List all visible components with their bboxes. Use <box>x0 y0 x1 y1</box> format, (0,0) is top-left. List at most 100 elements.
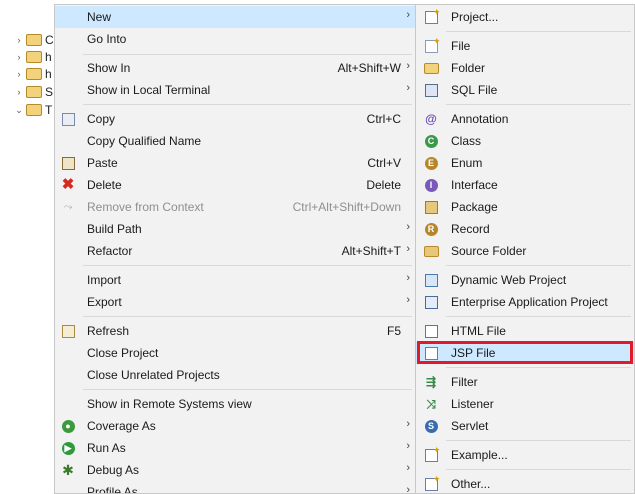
menu-item-delete[interactable]: ✖ Delete Delete <box>55 174 415 196</box>
menu-item-coverage-as[interactable]: ● Coverage As › <box>55 415 415 437</box>
delete-icon: ✖ <box>61 176 75 193</box>
submenu-item-label: Dynamic Web Project <box>451 273 567 287</box>
submenu-item-label: Source Folder <box>451 244 527 258</box>
submenu-item-label: SQL File <box>451 83 498 97</box>
example-icon: ✦ <box>423 445 441 463</box>
html-file-icon <box>423 323 439 339</box>
menu-item-profile-as[interactable]: Profile As › <box>55 481 415 494</box>
menu-item-label: Import <box>87 273 122 287</box>
expand-arrow-icon[interactable]: › <box>14 52 24 62</box>
menu-separator <box>446 469 631 470</box>
submenu-item-example[interactable]: ✦ Example... <box>416 444 634 466</box>
menu-item-copy[interactable]: Copy Ctrl+C <box>55 108 415 130</box>
submenu-item-label: Enterprise Application Project <box>451 295 608 309</box>
menu-item-close-unrelated-projects[interactable]: Close Unrelated Projects <box>55 364 415 386</box>
tree-item[interactable]: › h <box>14 65 52 83</box>
expand-arrow-icon[interactable]: › <box>14 87 24 97</box>
menu-item-new[interactable]: New › <box>55 6 415 28</box>
submenu-item-filter[interactable]: ⇶ Filter <box>416 371 634 393</box>
menu-item-export[interactable]: Export › <box>55 291 415 313</box>
menu-item-go-into[interactable]: Go Into <box>55 28 415 50</box>
menu-separator <box>83 265 412 266</box>
submenu-item-file[interactable]: ✦ File <box>416 35 634 57</box>
submenu-arrow-icon: › <box>406 484 410 494</box>
menu-item-debug-as[interactable]: ✱ Debug As › <box>55 459 415 481</box>
project-folder-icon <box>26 51 42 63</box>
menu-item-show-in[interactable]: Show In Alt+Shift+W › <box>55 57 415 79</box>
submenu-item-class[interactable]: C Class <box>416 130 634 152</box>
paste-icon <box>60 155 76 171</box>
menu-item-import[interactable]: Import › <box>55 269 415 291</box>
menu-item-label: Show In <box>87 61 131 75</box>
tree-item[interactable]: › S <box>14 83 54 101</box>
submenu-item-label: Folder <box>451 61 486 75</box>
menu-item-build-path[interactable]: Build Path › <box>55 218 415 240</box>
submenu-item-listener[interactable]: ⤨ Listener <box>416 393 634 415</box>
submenu-item-source-folder[interactable]: Source Folder <box>416 240 634 262</box>
tree-item[interactable]: › C <box>14 31 54 49</box>
submenu-item-enum[interactable]: E Enum <box>416 152 634 174</box>
project-explorer: › C › h › h › S ⌄ T <box>0 0 60 494</box>
submenu-item-package[interactable]: Package <box>416 196 634 218</box>
other-icon: ✦ <box>423 474 441 492</box>
submenu-item-project[interactable]: ✦ Project... <box>416 6 634 28</box>
submenu-item-label: Other... <box>451 477 491 491</box>
submenu-item-servlet[interactable]: S Servlet <box>416 415 634 437</box>
menu-item-run-as[interactable]: ▶ Run As › <box>55 437 415 459</box>
tree-item[interactable]: › h <box>14 48 52 66</box>
submenu-item-record[interactable]: R Record <box>416 218 634 240</box>
menu-item-paste[interactable]: Paste Ctrl+V <box>55 152 415 174</box>
menu-separator <box>446 316 631 317</box>
submenu-item-interface[interactable]: I Interface <box>416 174 634 196</box>
menu-separator <box>446 31 631 32</box>
submenu-item-label: Annotation <box>451 112 509 126</box>
menu-item-label: Debug As <box>87 463 140 477</box>
submenu-item-label: Project... <box>451 10 499 24</box>
menu-item-close-project[interactable]: Close Project <box>55 342 415 364</box>
new-submenu: ✦ Project... ✦ File Folder SQL File @ An… <box>415 4 635 494</box>
menu-item-show-in-local-terminal[interactable]: Show in Local Terminal › <box>55 79 415 101</box>
expand-arrow-icon[interactable]: › <box>14 69 24 79</box>
file-icon: ✦ <box>423 36 441 54</box>
debug-icon: ✱ <box>62 461 74 478</box>
submenu-item-label: Filter <box>451 375 478 389</box>
submenu-item-enterprise-application-project[interactable]: Enterprise Application Project <box>416 291 634 313</box>
tree-item[interactable]: ⌄ T <box>14 101 52 119</box>
listener-icon: ⤨ <box>426 396 436 411</box>
refresh-icon <box>60 323 76 339</box>
menu-item-label: Remove from Context <box>87 200 204 214</box>
folder-icon <box>423 60 439 76</box>
submenu-arrow-icon: › <box>406 221 410 233</box>
submenu-item-sql-file[interactable]: SQL File <box>416 79 634 101</box>
menu-item-label: New <box>87 10 112 24</box>
menu-item-copy-qualified-name[interactable]: Copy Qualified Name <box>55 130 415 152</box>
menu-item-label: Copy <box>87 112 116 126</box>
submenu-item-other[interactable]: ✦ Other... <box>416 473 634 493</box>
menu-item-refactor[interactable]: Refactor Alt+Shift+T › <box>55 240 415 262</box>
submenu-item-folder[interactable]: Folder <box>416 57 634 79</box>
submenu-arrow-icon: › <box>406 243 410 255</box>
menu-item-label: Paste <box>87 156 118 170</box>
project-folder-icon <box>26 86 42 98</box>
submenu-item-label: Enum <box>451 156 483 170</box>
menu-item-remove-from-context: ⤳ Remove from Context Ctrl+Alt+Shift+Dow… <box>55 196 415 218</box>
menu-item-label: Close Project <box>87 346 159 360</box>
submenu-item-dynamic-web-project[interactable]: Dynamic Web Project <box>416 269 634 291</box>
annotation-icon: @ <box>425 112 437 126</box>
enterprise-app-project-icon <box>423 294 439 310</box>
submenu-item-annotation[interactable]: @ Annotation <box>416 108 634 130</box>
submenu-item-label: Servlet <box>451 419 489 433</box>
project-folder-icon <box>26 34 42 46</box>
menu-item-label: Build Path <box>87 222 142 236</box>
submenu-item-html-file[interactable]: HTML File <box>416 320 634 342</box>
expand-arrow-icon[interactable]: › <box>14 35 24 45</box>
interface-icon: I <box>423 177 439 193</box>
submenu-item-jsp-file[interactable]: JSP File <box>416 342 634 364</box>
menu-item-label: Go Into <box>87 32 127 46</box>
menu-item-show-in-remote-systems[interactable]: Show in Remote Systems view <box>55 393 415 415</box>
project-folder-icon <box>26 104 42 116</box>
menu-item-shortcut: Delete <box>366 178 401 192</box>
menu-item-label: Show in Local Terminal <box>87 83 211 97</box>
menu-item-refresh[interactable]: Refresh F5 <box>55 320 415 342</box>
expand-arrow-icon[interactable]: ⌄ <box>14 105 24 116</box>
